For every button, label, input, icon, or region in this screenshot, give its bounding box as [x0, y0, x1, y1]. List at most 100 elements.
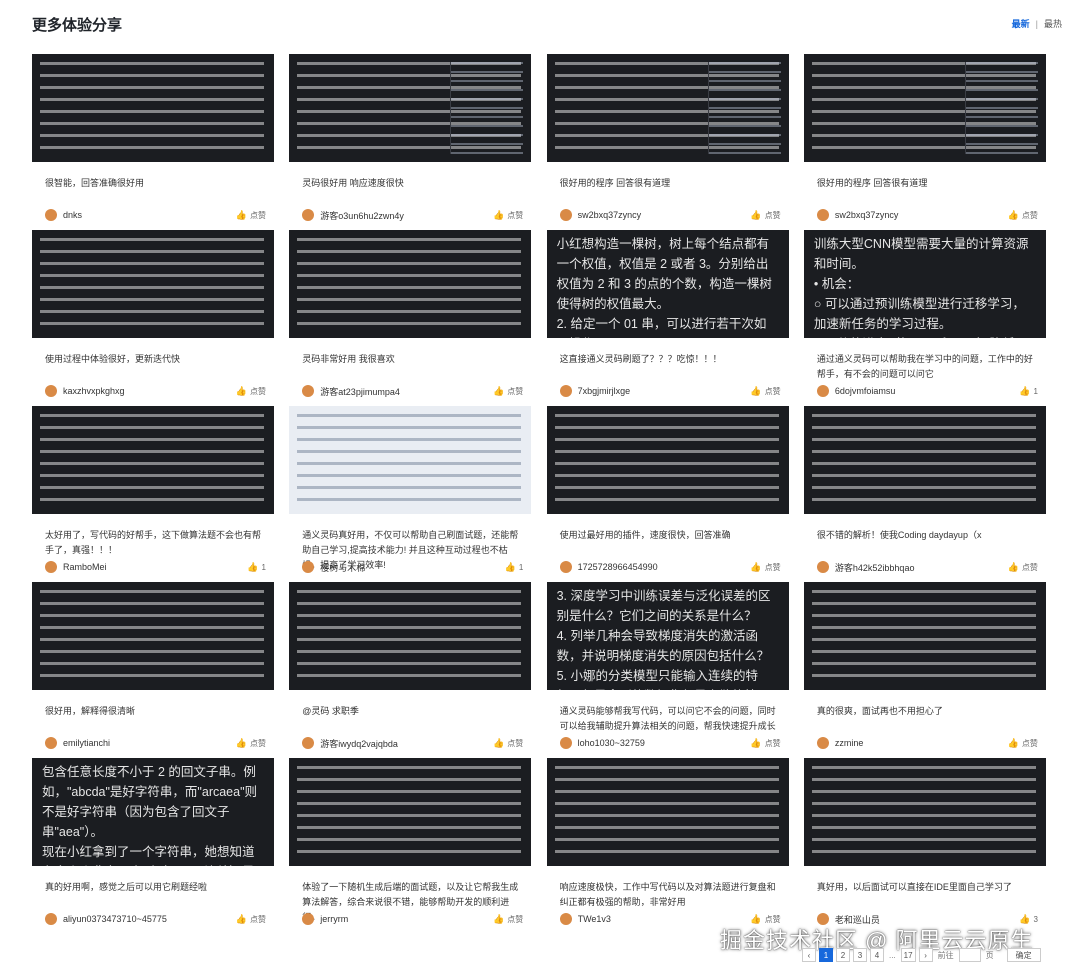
- thumbnail-text: 训练大型CNN模型需要大量的计算资源和时间。 • 机会： ○ 可以通过预训练模型进…: [813, 237, 1029, 338]
- username[interactable]: jerryrm: [320, 914, 493, 924]
- like-button[interactable]: 👍 点赞: [750, 738, 780, 749]
- username[interactable]: dnks: [63, 210, 236, 220]
- username[interactable]: 游客iwydq2vajqbda: [320, 737, 493, 750]
- screenshot-thumbnail[interactable]: [289, 758, 532, 866]
- screenshot-thumbnail[interactable]: [803, 54, 1046, 162]
- screenshot-thumbnail[interactable]: 小红想构造一棵树，树上每个结点都有一个权值，权值是 2 或者 3。分别给出权值为…: [546, 230, 789, 338]
- card-footer: 1725728966454990 👍 点赞: [559, 560, 781, 574]
- page-header: 更多体验分享 最新 | 最热: [32, 0, 1062, 46]
- thumbs-up-icon: 👍: [493, 737, 505, 748]
- like-button[interactable]: 👍 点赞: [493, 386, 523, 397]
- screenshot-thumbnail[interactable]: [289, 582, 532, 690]
- like-button[interactable]: 👍 点赞: [1008, 210, 1038, 221]
- thumbs-up-icon: 👍: [750, 561, 762, 572]
- screenshot-thumbnail[interactable]: 包含任意长度不小于 2 的回文子串。例如，"abcda"是好字符串，而"arca…: [32, 758, 274, 866]
- avatar[interactable]: [45, 209, 57, 221]
- screenshot-thumbnail[interactable]: [803, 582, 1046, 690]
- like-button[interactable]: 👍 点赞: [236, 738, 266, 749]
- avatar[interactable]: [302, 737, 315, 749]
- card-footer: aliyun0373473710~45775 👍 点赞: [45, 912, 266, 926]
- avatar[interactable]: [816, 737, 829, 749]
- avatar[interactable]: [302, 561, 315, 573]
- page-button-3[interactable]: 3: [853, 948, 867, 962]
- avatar[interactable]: [559, 561, 572, 573]
- screenshot-thumbnail[interactable]: [32, 54, 274, 162]
- thumbs-up-icon: 👍: [504, 561, 516, 572]
- screenshot-thumbnail[interactable]: [289, 230, 532, 338]
- username[interactable]: sw2bxq37zyncy: [578, 210, 751, 220]
- card-footer: sw2bxq37zyncy 👍 点赞: [559, 208, 781, 222]
- like-button[interactable]: 👍 点赞: [236, 210, 266, 221]
- username[interactable]: 游客h42k52ibbhqao: [835, 561, 1008, 574]
- username[interactable]: 7xbgjmirjlxge: [578, 386, 751, 396]
- experience-card: 灵码非常好用 我很喜欢 游客at23pjimumpa4 👍 点赞: [289, 230, 532, 406]
- screenshot-thumbnail[interactable]: [32, 230, 274, 338]
- username[interactable]: 游客at23pjimumpa4: [320, 385, 493, 398]
- like-button[interactable]: 👍 点赞: [493, 210, 523, 221]
- screenshot-thumbnail[interactable]: [803, 758, 1046, 866]
- avatar[interactable]: [559, 913, 572, 925]
- avatar[interactable]: [559, 737, 572, 749]
- screenshot-thumbnail[interactable]: [546, 54, 789, 162]
- avatar[interactable]: [816, 209, 829, 221]
- page-button-last[interactable]: 17: [900, 948, 916, 962]
- avatar[interactable]: [816, 385, 829, 397]
- like-button[interactable]: 👍 点赞: [236, 386, 266, 397]
- like-button[interactable]: 👍 点赞: [1008, 562, 1038, 573]
- sort-latest-tab[interactable]: 最新: [1012, 17, 1030, 30]
- like-button[interactable]: 👍 点赞: [750, 386, 780, 397]
- like-button[interactable]: 👍 1: [247, 562, 266, 573]
- username[interactable]: 樱树与木棉: [320, 561, 504, 574]
- screenshot-thumbnail[interactable]: [289, 54, 532, 162]
- avatar[interactable]: [45, 737, 57, 749]
- like-button[interactable]: 👍 点赞: [493, 914, 523, 925]
- username[interactable]: RamboMei: [63, 562, 247, 572]
- screenshot-thumbnail[interactable]: [289, 406, 532, 514]
- card-description: 这直接通义灵码刷题了？？？吃惊！！！: [559, 354, 722, 364]
- page-button-2[interactable]: 2: [836, 948, 850, 962]
- like-button[interactable]: 👍 点赞: [493, 738, 523, 749]
- username[interactable]: 6dojvmfoiamsu: [835, 386, 1019, 396]
- like-button[interactable]: 👍 点赞: [750, 562, 780, 573]
- like-label: 1: [518, 562, 524, 572]
- screenshot-thumbnail[interactable]: [546, 406, 789, 514]
- screenshot-thumbnail[interactable]: 训练大型CNN模型需要大量的计算资源和时间。 • 机会： ○ 可以通过预训练模型进…: [803, 230, 1046, 338]
- screenshot-thumbnail[interactable]: [546, 758, 789, 866]
- next-page-button[interactable]: ›: [918, 948, 933, 962]
- like-button[interactable]: 👍 点赞: [750, 210, 780, 221]
- prev-page-button[interactable]: ‹: [802, 948, 816, 962]
- username[interactable]: 游客o3un6hu2zwn4y: [320, 209, 493, 222]
- avatar[interactable]: [45, 561, 57, 573]
- goto-page-input[interactable]: [958, 948, 981, 962]
- username[interactable]: zzmine: [835, 738, 1008, 748]
- screenshot-thumbnail[interactable]: [32, 406, 274, 514]
- avatar[interactable]: [302, 913, 315, 925]
- avatar[interactable]: [45, 913, 57, 925]
- screenshot-thumbnail[interactable]: 3. 深度学习中训练误差与泛化误差的区别是什么？它们之间的关系是什么？ 4. 列举…: [546, 582, 789, 690]
- avatar[interactable]: [45, 385, 57, 397]
- username[interactable]: kaxzhvxpkghxg: [63, 386, 236, 396]
- thumbs-up-icon: 👍: [235, 209, 247, 220]
- avatar[interactable]: [816, 561, 829, 573]
- like-button[interactable]: 👍 1: [1019, 386, 1038, 397]
- screenshot-thumbnail[interactable]: [32, 582, 274, 690]
- sort-hottest-tab[interactable]: 最热: [1044, 17, 1062, 30]
- screenshot-thumbnail[interactable]: [803, 406, 1046, 514]
- avatar[interactable]: [559, 209, 572, 221]
- username[interactable]: emilytianchi: [63, 738, 236, 748]
- like-button[interactable]: 👍 点赞: [1008, 738, 1038, 749]
- page-button-4[interactable]: 4: [870, 948, 884, 962]
- like-button[interactable]: 👍 1: [505, 562, 524, 573]
- avatar[interactable]: [302, 385, 315, 397]
- username[interactable]: sw2bxq37zyncy: [835, 210, 1008, 220]
- username[interactable]: loho1030~32759: [578, 738, 751, 748]
- sort-tabs: 最新 | 最热: [1012, 17, 1062, 30]
- sort-separator: |: [1035, 18, 1038, 29]
- page-button-1[interactable]: 1: [819, 948, 833, 962]
- avatar[interactable]: [559, 385, 572, 397]
- confirm-button[interactable]: 确定: [1006, 948, 1041, 962]
- avatar[interactable]: [302, 209, 315, 221]
- username[interactable]: 1725728966454990: [578, 562, 751, 572]
- like-button[interactable]: 👍 点赞: [236, 914, 266, 925]
- username[interactable]: aliyun0373473710~45775: [63, 914, 236, 924]
